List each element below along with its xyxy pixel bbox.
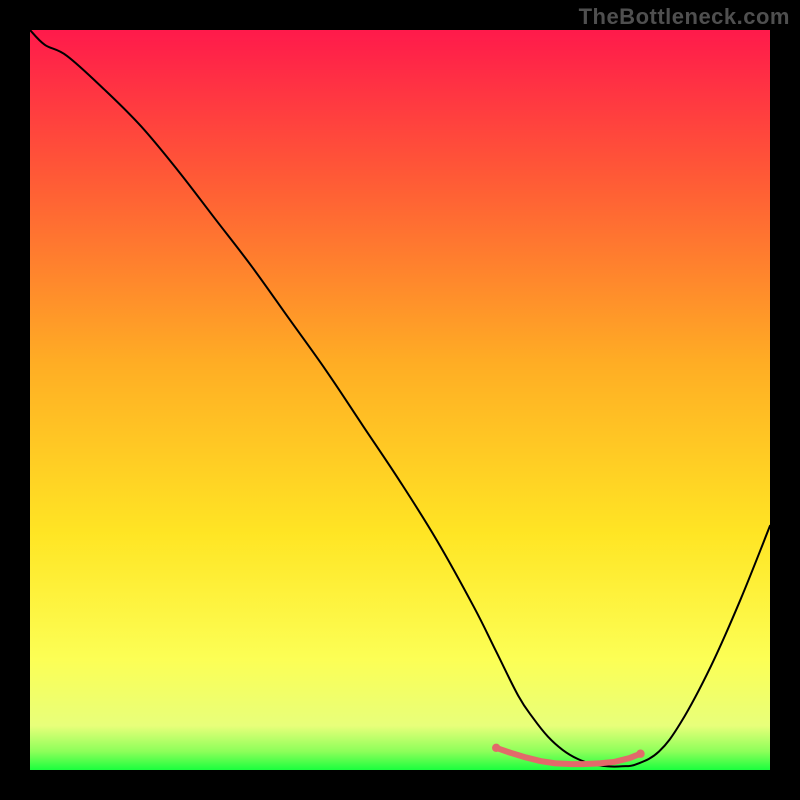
chart-svg [30,30,770,770]
optimal-zone-segment [512,753,525,757]
optimal-zone-segment [556,763,569,764]
optimal-zone-segment [615,758,628,761]
optimal-zone-segment [541,761,554,763]
chart-plot [30,30,770,770]
optimal-zone-segment [586,763,599,764]
gradient-background [30,30,770,770]
optimal-zone-segment [526,758,539,761]
optimal-zone-segment [600,762,613,763]
chart-container: TheBottleneck.com [0,0,800,800]
optimal-zone-endpoint [636,750,644,758]
optimal-zone-endpoint [492,744,500,752]
watermark-label: TheBottleneck.com [579,4,790,30]
